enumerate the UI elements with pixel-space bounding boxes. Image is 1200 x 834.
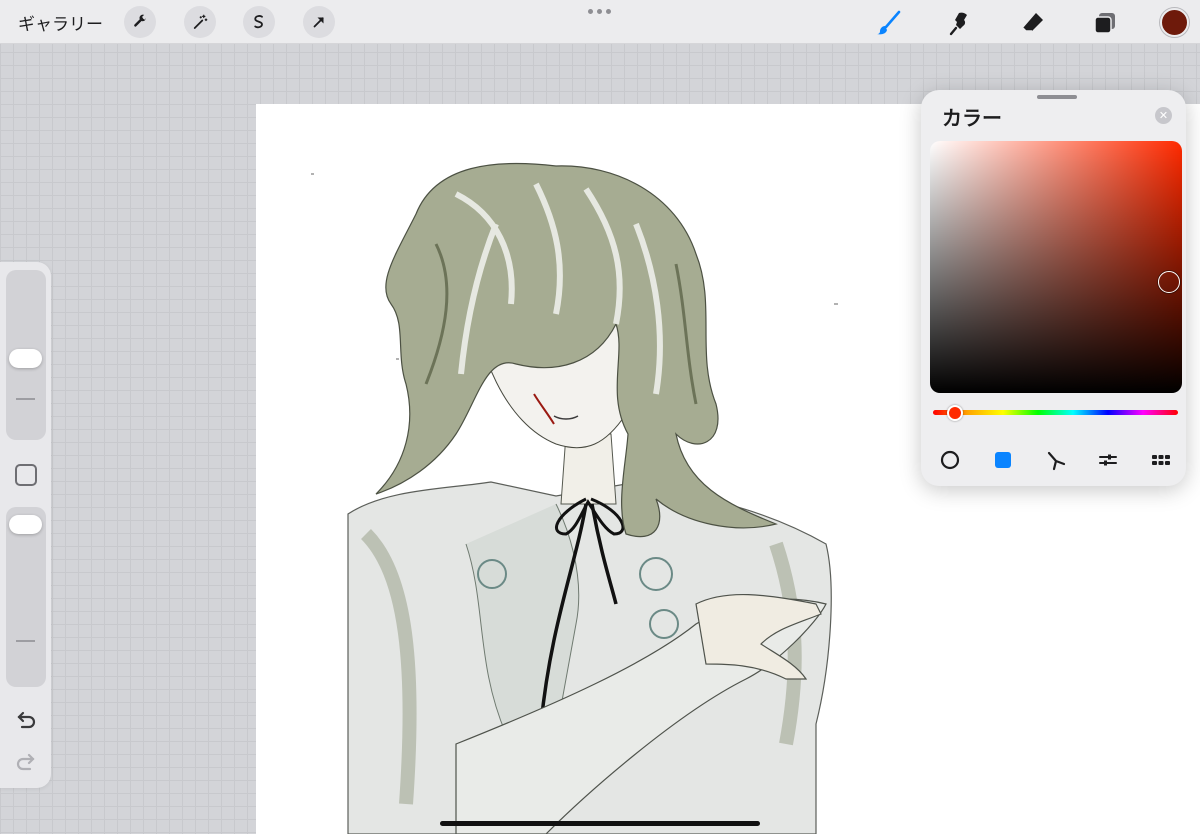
brush-size-thumb[interactable]: [9, 348, 42, 368]
transform-arrow-icon[interactable]: [303, 6, 335, 38]
color-panel: カラー ✕: [921, 90, 1186, 486]
close-icon[interactable]: ✕: [1155, 107, 1172, 124]
saturation-brightness-picker[interactable]: [930, 141, 1182, 393]
current-color-swatch[interactable]: [1160, 8, 1189, 37]
value-mode-icon[interactable]: [1096, 448, 1120, 472]
color-panel-title: カラー: [942, 106, 1002, 130]
opacity-tick: [16, 640, 35, 642]
brush-size-slider[interactable]: [6, 270, 46, 440]
eraser-icon[interactable]: [1018, 8, 1048, 38]
home-indicator[interactable]: [440, 821, 760, 826]
layers-icon[interactable]: [1090, 8, 1120, 38]
smudge-icon[interactable]: [946, 8, 976, 38]
panel-grabber[interactable]: [1037, 95, 1077, 99]
selection-icon[interactable]: [243, 6, 275, 38]
brush-opacity-slider[interactable]: [6, 507, 46, 687]
left-sidebar: [0, 262, 51, 788]
size-tick: [16, 398, 35, 400]
wrench-icon[interactable]: [124, 6, 156, 38]
top-toolbar: ギャラリー: [0, 0, 1200, 44]
disc-mode-icon[interactable]: [938, 448, 962, 472]
hue-slider-thumb[interactable]: [947, 405, 964, 421]
brush-opacity-thumb[interactable]: [9, 515, 42, 535]
brush-icon[interactable]: [874, 8, 904, 38]
harmony-mode-icon[interactable]: [1044, 448, 1068, 472]
palette-mode-icon[interactable]: [1149, 448, 1173, 472]
classic-mode-icon[interactable]: [991, 448, 1015, 472]
magic-wand-icon[interactable]: [184, 6, 216, 38]
undo-icon[interactable]: [14, 708, 38, 732]
color-picker-cursor[interactable]: [1158, 271, 1181, 294]
modify-button[interactable]: [15, 464, 37, 486]
redo-icon[interactable]: [14, 750, 38, 774]
more-dots-icon[interactable]: [588, 9, 611, 14]
gallery-button[interactable]: ギャラリー: [18, 10, 103, 35]
hue-slider[interactable]: [933, 405, 1178, 421]
